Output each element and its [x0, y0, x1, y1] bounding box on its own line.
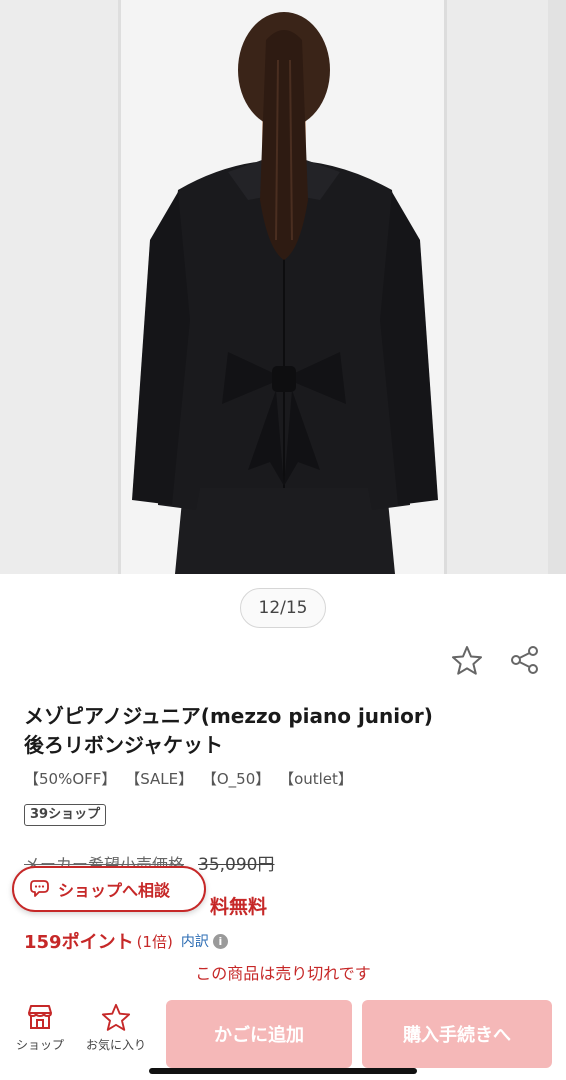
add-to-cart-button[interactable]: かごに追加	[166, 1000, 352, 1068]
share-icon	[511, 646, 538, 674]
sold-out-notice: この商品は売り切れです	[195, 964, 371, 983]
points-value: 159ポイント	[24, 932, 134, 953]
image-counter: 12/15	[240, 588, 326, 628]
info-icon[interactable]: i	[212, 933, 228, 949]
product-title-line1: メゾピアノジュニア(mezzo piano junior)	[24, 704, 433, 728]
share-button[interactable]	[504, 640, 546, 680]
chat-bubble-icon	[30, 880, 49, 897]
tag-sale[interactable]: 【SALE】	[125, 770, 193, 788]
product-title-line2: 後ろリボンジャケット	[24, 733, 223, 757]
shop-39-badge: 39ショップ	[24, 804, 107, 826]
consult-shop-button[interactable]: ショップへ相談	[12, 866, 206, 912]
msrp-value: 35,090円	[198, 855, 275, 875]
points-ratio: (1倍)	[136, 932, 173, 951]
checkout-button[interactable]: 購入手続きへ	[362, 1000, 552, 1068]
tag-50off[interactable]: 【50%OFF】	[24, 770, 116, 788]
shop-icon	[28, 1005, 52, 1029]
star-outline-icon	[452, 646, 482, 675]
points-row: 159ポイント (1倍) 内訳 i	[24, 928, 228, 954]
bottom-action-bar: ショップ お気に入り かごに追加 購入手続きへ	[0, 992, 566, 1080]
product-image[interactable]	[0, 0, 566, 574]
favorite-tab[interactable]: お気に入り	[84, 1002, 148, 1053]
tag-outlet[interactable]: 【outlet】	[279, 770, 353, 788]
consult-shop-label: ショップへ相談	[58, 881, 171, 900]
product-title: メゾピアノジュニア(mezzo piano junior) 後ろリボンジャケット	[24, 702, 544, 760]
shop-tab-label: ショップ	[15, 1038, 64, 1052]
star-outline-icon	[101, 1003, 131, 1031]
tag-o50[interactable]: 【O_50】	[202, 770, 270, 788]
shop-tab[interactable]: ショップ	[8, 1002, 72, 1053]
home-indicator[interactable]	[149, 1068, 417, 1074]
product-photo-illustration	[0, 0, 566, 574]
points-breakdown-link[interactable]: 内訳	[181, 931, 209, 951]
favorite-tab-label: お気に入り	[85, 1038, 146, 1052]
favorite-toggle-button[interactable]	[446, 640, 488, 680]
free-shipping-text: 料無料	[210, 896, 268, 918]
product-tags: 【50%OFF】 【SALE】 【O_50】 【outlet】	[24, 768, 357, 789]
